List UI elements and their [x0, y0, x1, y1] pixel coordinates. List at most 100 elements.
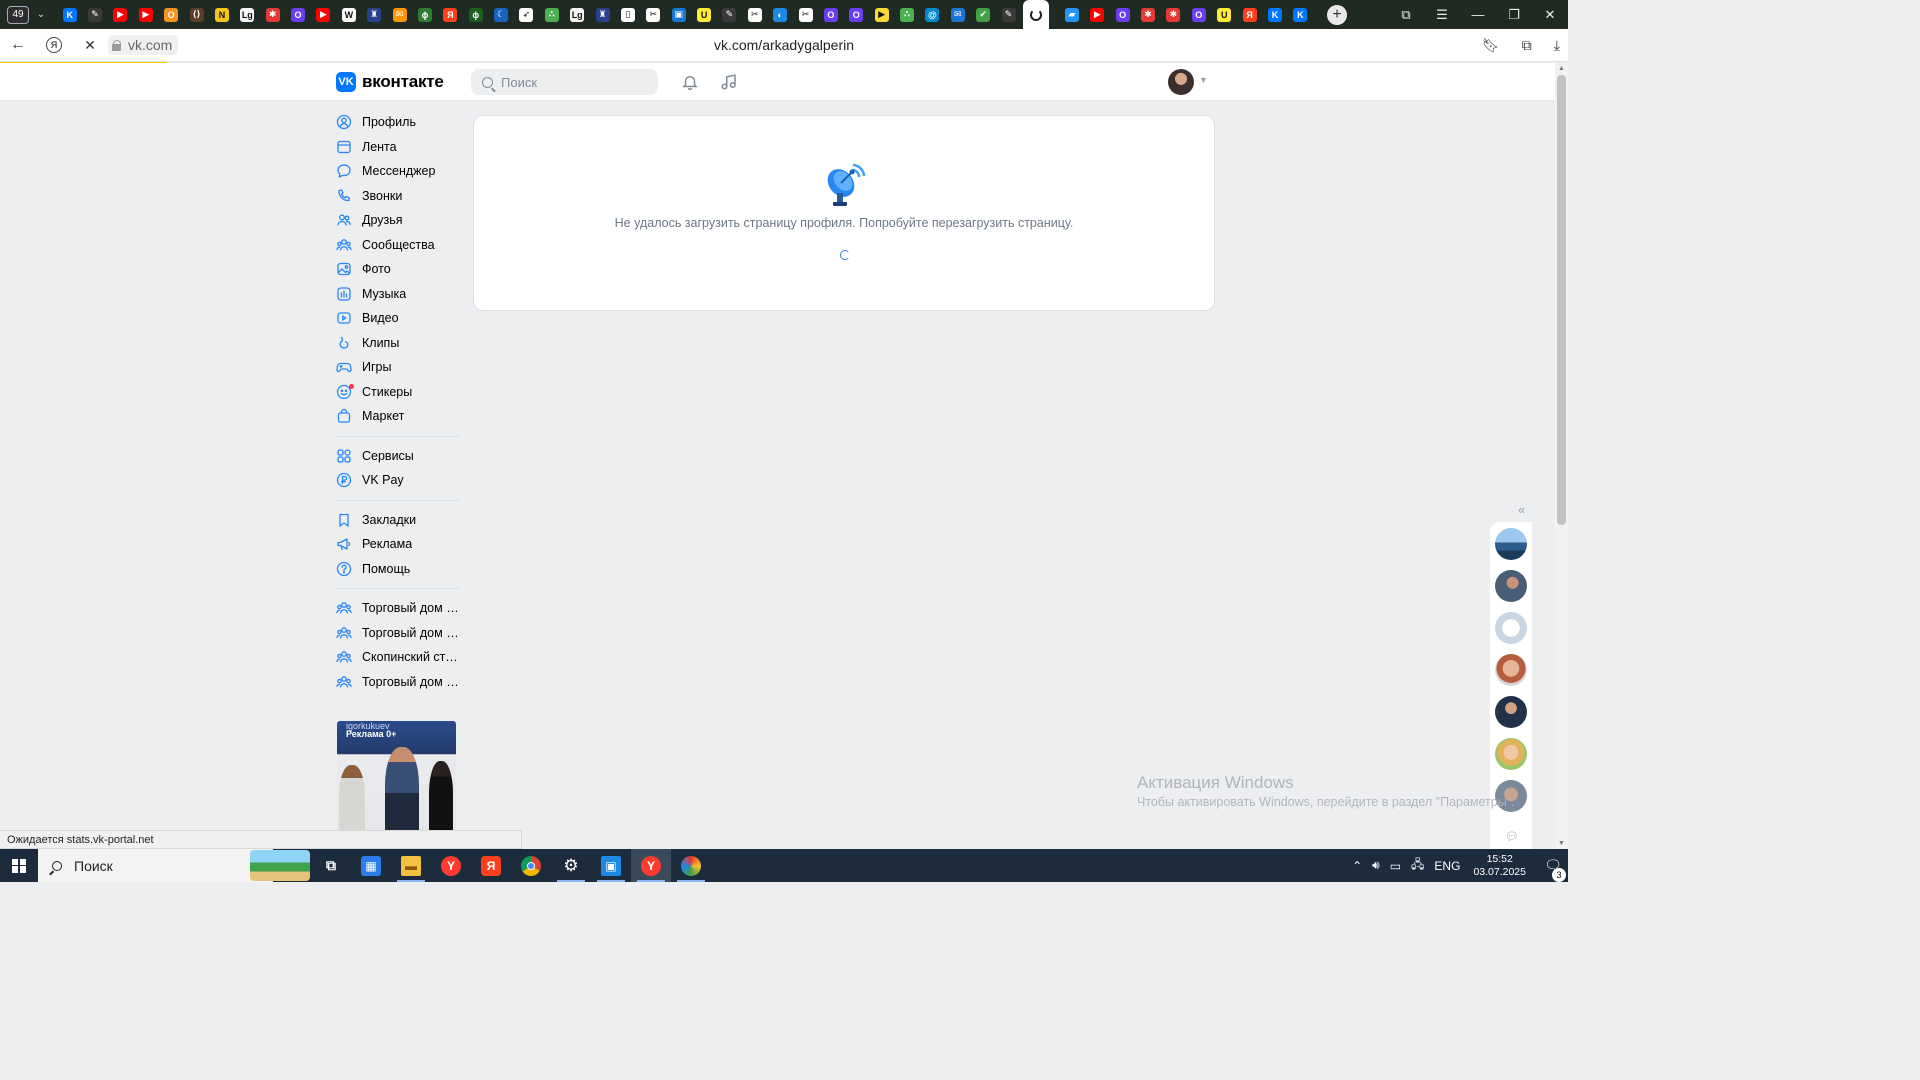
minimize-button[interactable]: —	[1460, 7, 1496, 22]
tab-dots-icon[interactable]: ∴	[544, 7, 559, 22]
tab-lg-icon[interactable]: Lg	[570, 7, 585, 22]
tab-at-icon[interactable]: @	[925, 7, 940, 22]
sidebar-item-group[interactable]: Торговый дом "Эв...	[336, 621, 460, 646]
tab-yandex-icon[interactable]: Я	[443, 7, 458, 22]
notifications-button[interactable]: 🗨︎ 3	[1538, 857, 1568, 882]
scroll-thumb[interactable]	[1557, 75, 1566, 525]
yandex-button[interactable]: Я	[46, 37, 62, 53]
tab-chat-icon[interactable]: ▰	[1064, 7, 1079, 22]
tab-o-icon[interactable]: O	[849, 7, 864, 22]
tab-youtube-icon[interactable]: ▶	[1090, 7, 1105, 22]
tab-star-icon[interactable]: ✱	[265, 7, 280, 22]
tab-youtube-icon[interactable]: ▶	[316, 7, 331, 22]
music-note-icon[interactable]	[718, 71, 740, 93]
tab-tools-icon[interactable]: ✂	[747, 7, 762, 22]
tab-pen-icon[interactable]: ✎	[88, 7, 103, 22]
tab-tools-icon[interactable]: ✂	[798, 7, 813, 22]
tab-news-icon[interactable]: ▣	[671, 7, 686, 22]
taskbar-yandex-browser-active[interactable]: Y	[631, 849, 671, 882]
tab-star-icon[interactable]: ✱	[1141, 7, 1156, 22]
tab-vk-icon[interactable]: K	[1267, 7, 1282, 22]
tab-mail-icon[interactable]: ✉	[950, 7, 965, 22]
sidebar-item-community[interactable]: Сообщества	[336, 233, 460, 258]
user-avatar[interactable]	[1168, 69, 1194, 95]
collections-icon[interactable]: ⧉	[1388, 7, 1424, 23]
sidebar-item-help[interactable]: Помощь	[336, 557, 460, 582]
vk-logo[interactable]: VK вконтакте	[336, 72, 444, 92]
tab-leaf-icon[interactable]: ϕ	[468, 7, 483, 22]
site-info-button[interactable]: vk.com	[108, 35, 179, 55]
taskbar-chrome[interactable]	[511, 849, 551, 882]
sidebar-item-newsfeed[interactable]: Лента	[336, 135, 460, 160]
taskbar-explorer[interactable]: ▬	[391, 849, 431, 882]
taskbar-yandex-browser[interactable]: Y	[431, 849, 471, 882]
volume-icon[interactable]: 🔊︎	[1372, 858, 1380, 873]
chevron-up-icon[interactable]: ⌃	[1352, 859, 1362, 873]
taskbar-search[interactable]: Поиск	[38, 849, 310, 882]
tab-u-icon[interactable]: U	[697, 7, 712, 22]
taskbar-yandex[interactable]: Я	[471, 849, 511, 882]
tab-moon-icon[interactable]: ☾	[494, 7, 509, 22]
tab-o-icon[interactable]: O	[1191, 7, 1206, 22]
sidebar-item-group[interactable]: Скопинский стеко...	[336, 645, 460, 670]
page-scrollbar[interactable]: ▲ ▼	[1555, 63, 1568, 849]
battery-icon[interactable]: ▭	[1390, 859, 1401, 873]
language-indicator[interactable]: ENG	[1434, 859, 1460, 873]
back-button[interactable]: ←	[0, 36, 36, 54]
tab-ok-icon[interactable]: O	[164, 7, 179, 22]
tab-u-icon[interactable]: U	[1217, 7, 1232, 22]
sidebar-item-bookmark[interactable]: Закладки	[336, 508, 460, 533]
tab-star-icon[interactable]: ✱	[1166, 7, 1181, 22]
stop-loading-button[interactable]: ✕	[72, 37, 108, 54]
sidebar-item-clips[interactable]: Клипы	[336, 331, 460, 356]
tab-vk-icon[interactable]: K	[62, 7, 77, 22]
tab-yandex-icon[interactable]: Я	[1242, 7, 1257, 22]
clock[interactable]: 15:52 03.07.2025	[1473, 853, 1526, 879]
tab-youtube-icon[interactable]: ▶	[113, 7, 128, 22]
sidebar-item-phone[interactable]: Звонки	[336, 184, 460, 209]
friend-avatar[interactable]	[1495, 738, 1527, 770]
tab-dots-icon[interactable]: ∴	[900, 7, 915, 22]
tab-o-icon[interactable]: O	[1115, 7, 1130, 22]
tab-active[interactable]	[1023, 0, 1050, 29]
tab-o-icon[interactable]: O	[291, 7, 306, 22]
sidebar-item-vkpay[interactable]: VK Pay	[336, 468, 460, 493]
new-tab-button[interactable]: +	[1327, 4, 1347, 25]
bell-icon[interactable]	[679, 71, 701, 93]
scroll-down-icon[interactable]: ▼	[1558, 840, 1565, 847]
bookmark-icon[interactable]: 🔖︎	[1482, 37, 1500, 54]
chat-bubble-icon[interactable]: 💬︎	[1505, 830, 1519, 843]
sidebar-item-music[interactable]: Музыка	[336, 282, 460, 307]
chevron-down-icon[interactable]: ▼	[1199, 75, 1208, 85]
taskbar-store[interactable]: ▦	[351, 849, 391, 882]
sidebar-item-photo[interactable]: Фото	[336, 257, 460, 282]
tab-globe-icon[interactable]: ◐	[773, 7, 788, 22]
restore-button[interactable]: ❐	[1496, 7, 1532, 23]
friend-avatar[interactable]	[1495, 696, 1527, 728]
sidebar-item-group[interactable]: Торговый дом "Эв...	[336, 670, 460, 695]
sidebar-item-user-circle[interactable]: Профиль	[336, 110, 460, 135]
search-box[interactable]	[471, 69, 658, 95]
taskbar-settings[interactable]: ⚙	[551, 849, 591, 882]
tab-doc-icon[interactable]: ▯	[620, 7, 635, 22]
friend-avatar[interactable]	[1495, 570, 1527, 602]
sidebar-item-gamepad[interactable]: Игры	[336, 355, 460, 380]
tab-lg-icon[interactable]: Lg	[240, 7, 255, 22]
friend-avatar[interactable]	[1495, 654, 1527, 686]
tab-pen-icon[interactable]: ✎	[722, 7, 737, 22]
close-button[interactable]: ✕	[1532, 7, 1568, 23]
chevron-down-icon[interactable]: ⌄	[33, 9, 49, 20]
collapse-rail-icon[interactable]: «	[1518, 502, 1525, 517]
tab-w-icon[interactable]: W	[341, 7, 356, 22]
sidebar-item-group[interactable]: Торговый дом "Зо...	[336, 596, 460, 621]
tab-code-icon[interactable]: ⟨⟩	[189, 7, 204, 22]
friend-avatar[interactable]	[1495, 612, 1527, 644]
tab-mail-icon[interactable]: ✉	[392, 7, 407, 22]
url-field[interactable]: vk.com/arkadygalperin	[0, 37, 1568, 53]
sidebar-item-message[interactable]: Мессенджер	[336, 159, 460, 184]
friend-avatar[interactable]	[1495, 528, 1527, 560]
sidebar-item-bag[interactable]: Маркет	[336, 404, 460, 429]
tab-check-icon[interactable]: ✔	[976, 7, 991, 22]
tab-n-icon[interactable]: N	[214, 7, 229, 22]
taskbar-app-colorful[interactable]	[671, 849, 711, 882]
